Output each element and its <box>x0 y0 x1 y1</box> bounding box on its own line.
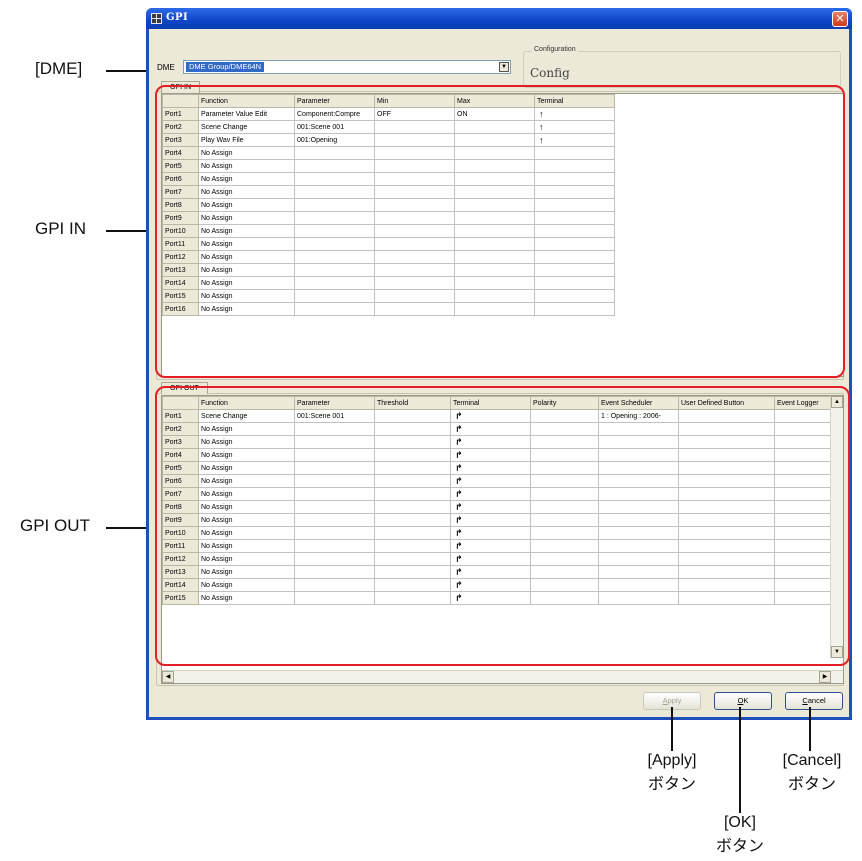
apply-callout-line1: [Apply] <box>647 752 697 769</box>
ok-callout-label: [OK] ボタン <box>700 814 780 856</box>
app-grid-icon <box>151 13 162 24</box>
scroll-left-icon[interactable]: ◀ <box>162 671 174 683</box>
ok-callout-line2: ボタン <box>715 838 764 855</box>
apply-callout-line2: ボタン <box>647 776 696 793</box>
callout-dme: [DME] <box>35 59 83 78</box>
dme-selected-value: DME Group/DME64N <box>186 62 265 72</box>
ok-callout-line <box>739 707 741 813</box>
gpi-in-highlight <box>155 85 845 378</box>
apply-callout-line <box>671 707 673 751</box>
cancel-callout-line <box>809 707 811 751</box>
ok-button[interactable]: OK <box>714 692 772 710</box>
apply-button-post: pply <box>667 696 682 705</box>
callout-gpi-in: GPI IN <box>35 219 87 238</box>
window-title: GPI <box>166 12 189 23</box>
title-bar[interactable]: GPI ✕ <box>146 8 852 29</box>
chevron-down-icon[interactable]: ▼ <box>499 62 509 72</box>
cancel-callout-line1: [Cancel] <box>782 752 842 769</box>
close-icon[interactable]: ✕ <box>832 11 848 27</box>
cancel-button[interactable]: Cancel <box>785 692 843 710</box>
dme-label: DME <box>157 63 175 72</box>
configuration-value: Config <box>530 66 570 80</box>
gpi-out-highlight <box>155 386 850 666</box>
cancel-button-post: ancel <box>807 696 826 705</box>
cancel-callout-label: [Cancel] ボタン <box>764 752 860 794</box>
cancel-callout-line2: ボタン <box>787 776 836 793</box>
apply-callout-label: [Apply] ボタン <box>620 752 724 794</box>
scroll-right-icon[interactable]: ▶ <box>819 671 831 683</box>
ok-callout-line1: [OK] <box>723 814 756 831</box>
dme-select[interactable]: DME Group/DME64N ▼ <box>183 60 511 74</box>
gpi-out-horizontal-scrollbar[interactable]: ◀ ▶ <box>162 670 843 683</box>
callout-gpi-out: GPI OUT <box>20 516 90 535</box>
configuration-label: Configuration <box>532 46 578 53</box>
ok-button-post: K <box>743 696 749 705</box>
configuration-group: Configuration Config <box>523 46 841 88</box>
